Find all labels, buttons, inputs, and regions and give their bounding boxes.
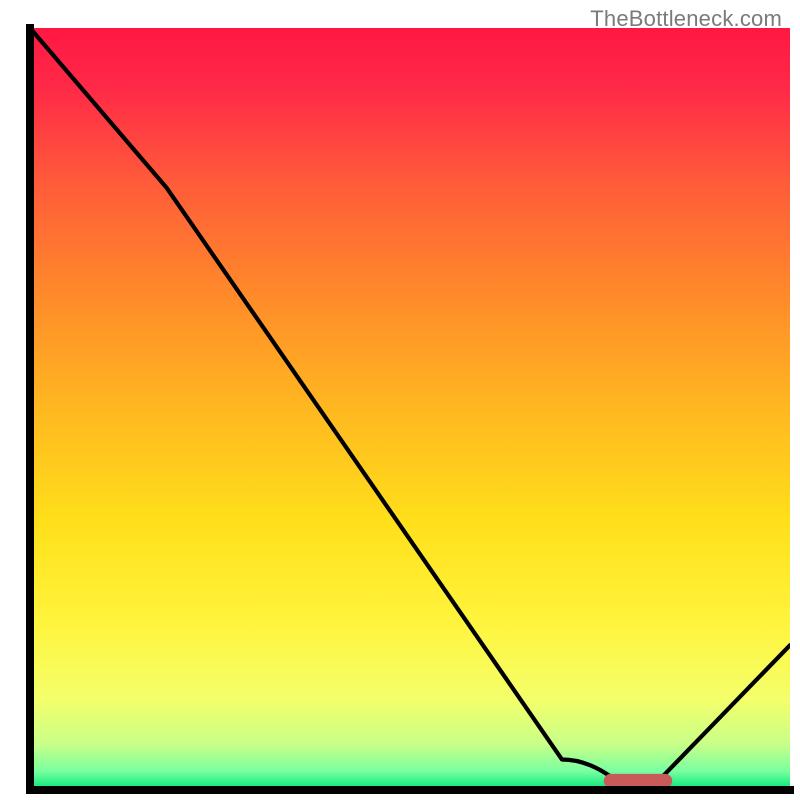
watermark-text: TheBottleneck.com (590, 6, 782, 32)
plot-area (30, 28, 790, 790)
optimal-range-marker (604, 774, 672, 788)
gradient-background (30, 28, 790, 790)
bottleneck-chart (0, 0, 800, 800)
chart-container: TheBottleneck.com (0, 0, 800, 800)
